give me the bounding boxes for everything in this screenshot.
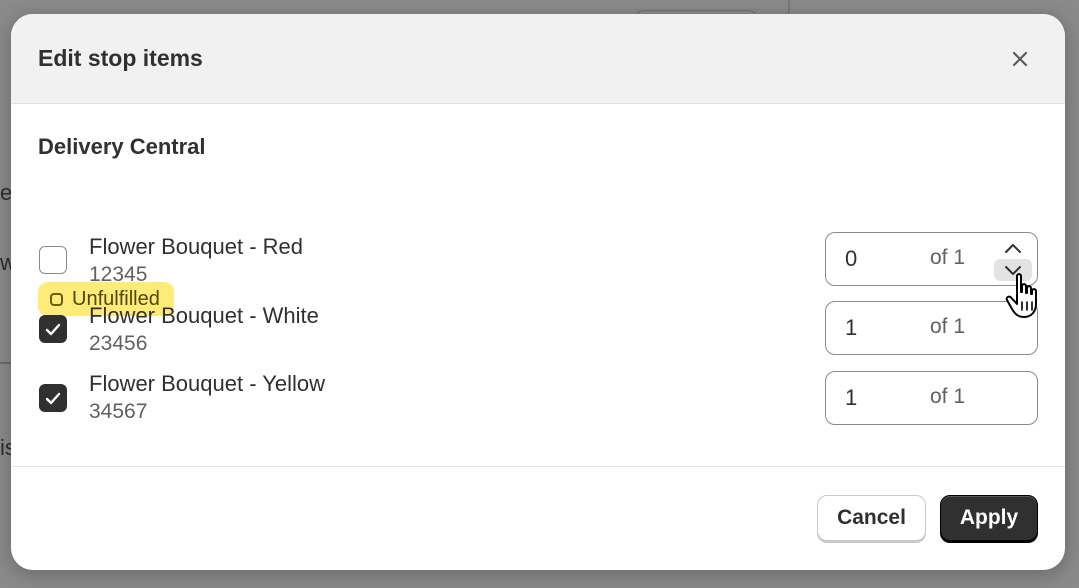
dialog-body: Delivery Central Unfulfilled Flower Bouq… (11, 104, 1065, 467)
quantity-total: of 1 (930, 246, 966, 269)
list-item: Flower Bouquet - Red 12345 0 of 1 (11, 232, 1065, 288)
item-checkbox[interactable] (39, 246, 67, 274)
edit-stop-items-dialog: Edit stop items Delivery Central Unfulfi… (11, 14, 1065, 570)
decrement-button[interactable] (994, 259, 1032, 281)
quantity-total: of 1 (930, 385, 966, 408)
dialog-title: Edit stop items (38, 45, 203, 71)
chevron-up-icon (1005, 243, 1021, 253)
close-button[interactable] (1002, 41, 1038, 77)
quantity-stepper[interactable]: 0 of 1 (825, 232, 1038, 286)
chevron-down-icon (1005, 265, 1021, 275)
item-sku: 34567 (89, 400, 148, 423)
close-icon (1012, 51, 1028, 66)
stepper-controls (994, 237, 1032, 281)
item-checkbox[interactable] (39, 315, 67, 343)
quantity-total: of 1 (930, 315, 966, 338)
item-sku: 12345 (89, 263, 148, 286)
cancel-button[interactable]: Cancel (817, 495, 926, 541)
list-item: Flower Bouquet - White 23456 1 of 1 (11, 301, 1065, 357)
quantity-value[interactable]: 1 (845, 385, 857, 411)
dialog-header: Edit stop items (11, 14, 1065, 104)
increment-button[interactable] (994, 237, 1032, 259)
location-name: Delivery Central (38, 134, 206, 159)
checkmark-icon (45, 323, 61, 335)
apply-button[interactable]: Apply (940, 495, 1038, 541)
item-sku: 23456 (89, 332, 148, 355)
quantity-value[interactable]: 0 (845, 246, 857, 272)
item-checkbox[interactable] (39, 384, 67, 412)
quantity-stepper[interactable]: 1 of 1 (825, 371, 1038, 425)
item-name: Flower Bouquet - Yellow (89, 371, 326, 396)
checkmark-icon (45, 392, 61, 404)
list-item: Flower Bouquet - Yellow 34567 1 of 1 (11, 369, 1065, 425)
item-name: Flower Bouquet - Red (89, 234, 303, 259)
quantity-stepper[interactable]: 1 of 1 (825, 301, 1038, 355)
item-name: Flower Bouquet - White (89, 303, 319, 328)
quantity-value[interactable]: 1 (845, 315, 857, 341)
dialog-footer: Cancel Apply (11, 467, 1065, 569)
